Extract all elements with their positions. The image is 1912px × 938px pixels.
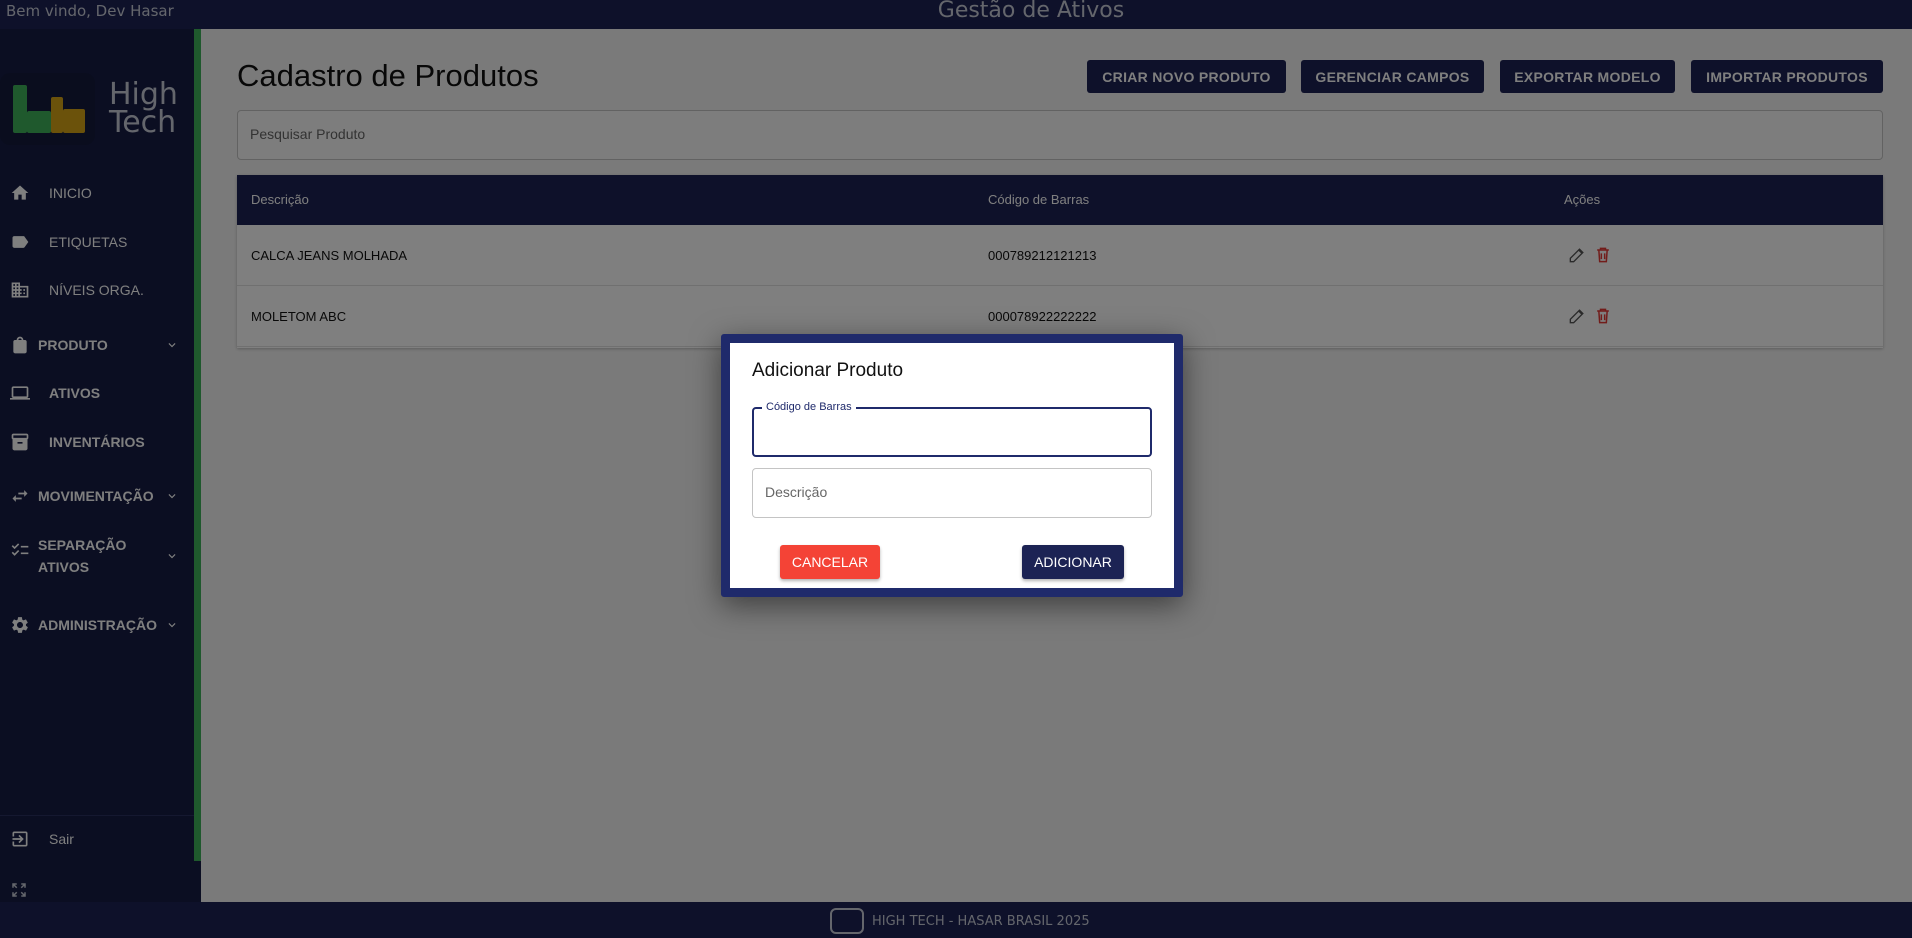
cancel-button[interactable]: CANCELAR	[780, 545, 880, 579]
barcode-field[interactable]: Código de Barras	[752, 401, 1152, 457]
barcode-label: Código de Barras	[762, 401, 856, 413]
description-placeholder: Descrição	[765, 484, 828, 500]
description-field[interactable]: Descrição	[752, 468, 1152, 518]
dialog-title: Adicionar Produto	[752, 360, 904, 381]
add-button[interactable]: ADICIONAR	[1022, 545, 1124, 579]
add-product-dialog: Adicionar Produto Código de Barras Descr…	[721, 334, 1183, 597]
